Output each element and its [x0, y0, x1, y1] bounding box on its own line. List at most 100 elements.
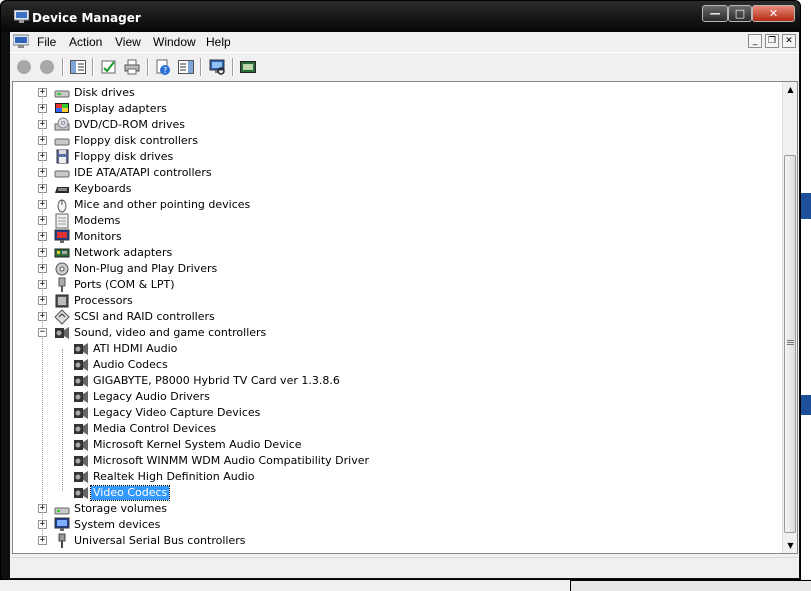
tree-item-label[interactable]: ATI HDMI Audio [91, 342, 179, 356]
expand-icon[interactable]: + [38, 120, 47, 129]
tree-category[interactable]: + Processors [13, 293, 783, 309]
expand-icon[interactable]: + [38, 520, 47, 529]
maximize-button[interactable]: □ [728, 5, 752, 22]
expand-icon[interactable]: + [38, 312, 47, 321]
tree-item-label[interactable]: Keyboards [72, 182, 133, 196]
tree-item-label[interactable]: DVD/CD-ROM drives [72, 118, 187, 132]
expand-icon[interactable]: + [38, 504, 47, 513]
expand-icon[interactable]: + [38, 184, 47, 193]
tree-device[interactable]: ATI HDMI Audio [13, 341, 783, 357]
tree-category[interactable]: − Sound, video and game controllers [13, 325, 783, 341]
tree-item-label[interactable]: Non-Plug and Play Drivers [72, 262, 219, 276]
expand-icon[interactable]: + [38, 88, 47, 97]
tree-item-label[interactable]: Media Control Devices [91, 422, 218, 436]
tree-category[interactable]: + System devices [13, 517, 783, 533]
tree-device[interactable]: GIGABYTE, P8000 Hybrid TV Card ver 1.3.8… [13, 373, 783, 389]
expand-icon[interactable]: + [38, 536, 47, 545]
tree-item-label[interactable]: Processors [72, 294, 135, 308]
mdi-restore-button[interactable]: ❐ [765, 34, 779, 48]
tree-category[interactable]: + Storage volumes [13, 501, 783, 517]
tree-device[interactable]: Legacy Video Capture Devices [13, 405, 783, 421]
expand-icon[interactable]: + [38, 152, 47, 161]
tree-category[interactable]: + DVD/CD-ROM drives [13, 117, 783, 133]
tree-item-label[interactable]: Floppy disk controllers [72, 134, 200, 148]
scan-hardware-button[interactable] [208, 58, 226, 75]
tree-category[interactable]: + Ports (COM & LPT) [13, 277, 783, 293]
tree-item-label[interactable]: Microsoft WINMM WDM Audio Compatibility … [91, 454, 371, 468]
mdi-minimize-button[interactable]: _ [748, 34, 762, 48]
tree-item-label[interactable]: Audio Codecs [91, 358, 170, 372]
tree-item-label[interactable]: Sound, video and game controllers [72, 326, 268, 340]
tree-item-label[interactable]: Disk drives [72, 86, 137, 100]
help-button[interactable]: ? [154, 58, 172, 75]
tree-category[interactable]: + Floppy disk drives [13, 149, 783, 165]
tree-category[interactable]: + Network adapters [13, 245, 783, 261]
menu-help[interactable]: Help [206, 35, 231, 49]
tree-item-label[interactable]: Storage volumes [72, 502, 169, 516]
tree-category[interactable]: + Floppy disk controllers [13, 133, 783, 149]
expand-icon[interactable]: + [38, 168, 47, 177]
tree-category[interactable]: + Display adapters [13, 101, 783, 117]
tree-device[interactable]: Media Control Devices [13, 421, 783, 437]
tree-item-label[interactable]: Universal Serial Bus controllers [72, 534, 247, 548]
tree-item-label[interactable]: Realtek High Definition Audio [91, 470, 256, 484]
expand-icon[interactable]: + [38, 216, 47, 225]
tree-category[interactable]: + Modems [13, 213, 783, 229]
tree-category[interactable]: + IDE ATA/ATAPI controllers [13, 165, 783, 181]
tree-device[interactable]: Microsoft WINMM WDM Audio Compatibility … [13, 453, 783, 469]
tree-item-label[interactable]: Microsoft Kernel System Audio Device [91, 438, 304, 452]
action-pane-button[interactable] [177, 58, 195, 75]
scroll-up-button[interactable]: ▲ [783, 82, 797, 97]
tree-item-label[interactable]: System devices [72, 518, 162, 532]
menu-window[interactable]: Window [153, 35, 196, 49]
title-bar[interactable]: Device Manager — □ ✕ [1, 1, 800, 32]
tree-item-label[interactable]: Monitors [72, 230, 124, 244]
tree-category[interactable]: + SCSI and RAID controllers [13, 309, 783, 325]
properties-button[interactable] [100, 58, 118, 75]
print-button[interactable] [123, 58, 141, 75]
tree-category[interactable]: + Keyboards [13, 181, 783, 197]
expand-icon[interactable]: + [38, 264, 47, 273]
tree-item-label[interactable]: Floppy disk drives [72, 150, 175, 164]
tree-device[interactable]: Microsoft Kernel System Audio Device [13, 437, 783, 453]
expand-icon[interactable]: + [38, 136, 47, 145]
tree-item-label[interactable]: Network adapters [72, 246, 174, 260]
forward-button[interactable] [38, 58, 56, 75]
tree-category[interactable]: + Disk drives [13, 85, 783, 101]
expand-icon[interactable]: + [38, 280, 47, 289]
expand-icon[interactable]: + [38, 232, 47, 241]
expand-icon[interactable]: + [38, 200, 47, 209]
tree-item-label[interactable]: Legacy Video Capture Devices [91, 406, 262, 420]
scroll-thumb[interactable] [784, 155, 796, 533]
device-button[interactable] [239, 58, 257, 75]
tree-device[interactable]: Realtek High Definition Audio [13, 469, 783, 485]
close-button[interactable]: ✕ [752, 5, 795, 22]
tree-item-label[interactable]: GIGABYTE, P8000 Hybrid TV Card ver 1.3.8… [91, 374, 342, 388]
tree-device[interactable]: Legacy Audio Drivers [13, 389, 783, 405]
expand-icon[interactable]: + [38, 248, 47, 257]
tree-item-label[interactable]: SCSI and RAID controllers [72, 310, 217, 324]
back-button[interactable] [15, 58, 33, 75]
tree-item-label[interactable]: Display adapters [72, 102, 169, 116]
tree-item-label[interactable]: Video Codecs [89, 485, 171, 501]
tree-item-label[interactable]: IDE ATA/ATAPI controllers [72, 166, 214, 180]
tree-category[interactable]: + Universal Serial Bus controllers [13, 533, 783, 549]
tree-device[interactable]: Video Codecs [13, 485, 783, 501]
vertical-scrollbar[interactable]: ▲ ▼ [782, 82, 797, 553]
expand-icon[interactable]: + [38, 296, 47, 305]
tree-item-label[interactable]: Mice and other pointing devices [72, 198, 252, 212]
menu-action[interactable]: Action [69, 35, 102, 49]
tree-category[interactable]: + Mice and other pointing devices [13, 197, 783, 213]
tree-device[interactable]: Audio Codecs [13, 357, 783, 373]
tree-item-label[interactable]: Ports (COM & LPT) [72, 278, 177, 292]
minimize-button[interactable]: — [702, 5, 728, 22]
collapse-icon[interactable]: − [38, 328, 47, 337]
scroll-down-button[interactable]: ▼ [783, 538, 797, 553]
expand-icon[interactable]: + [38, 104, 47, 113]
menu-file[interactable]: File [37, 35, 56, 49]
tree-category[interactable]: + Monitors [13, 229, 783, 245]
tree-item-label[interactable]: Legacy Audio Drivers [91, 390, 212, 404]
mdi-close-button[interactable]: ✕ [782, 34, 796, 48]
system-menu-icon[interactable] [13, 34, 29, 49]
tree-item-label[interactable]: Modems [72, 214, 122, 228]
